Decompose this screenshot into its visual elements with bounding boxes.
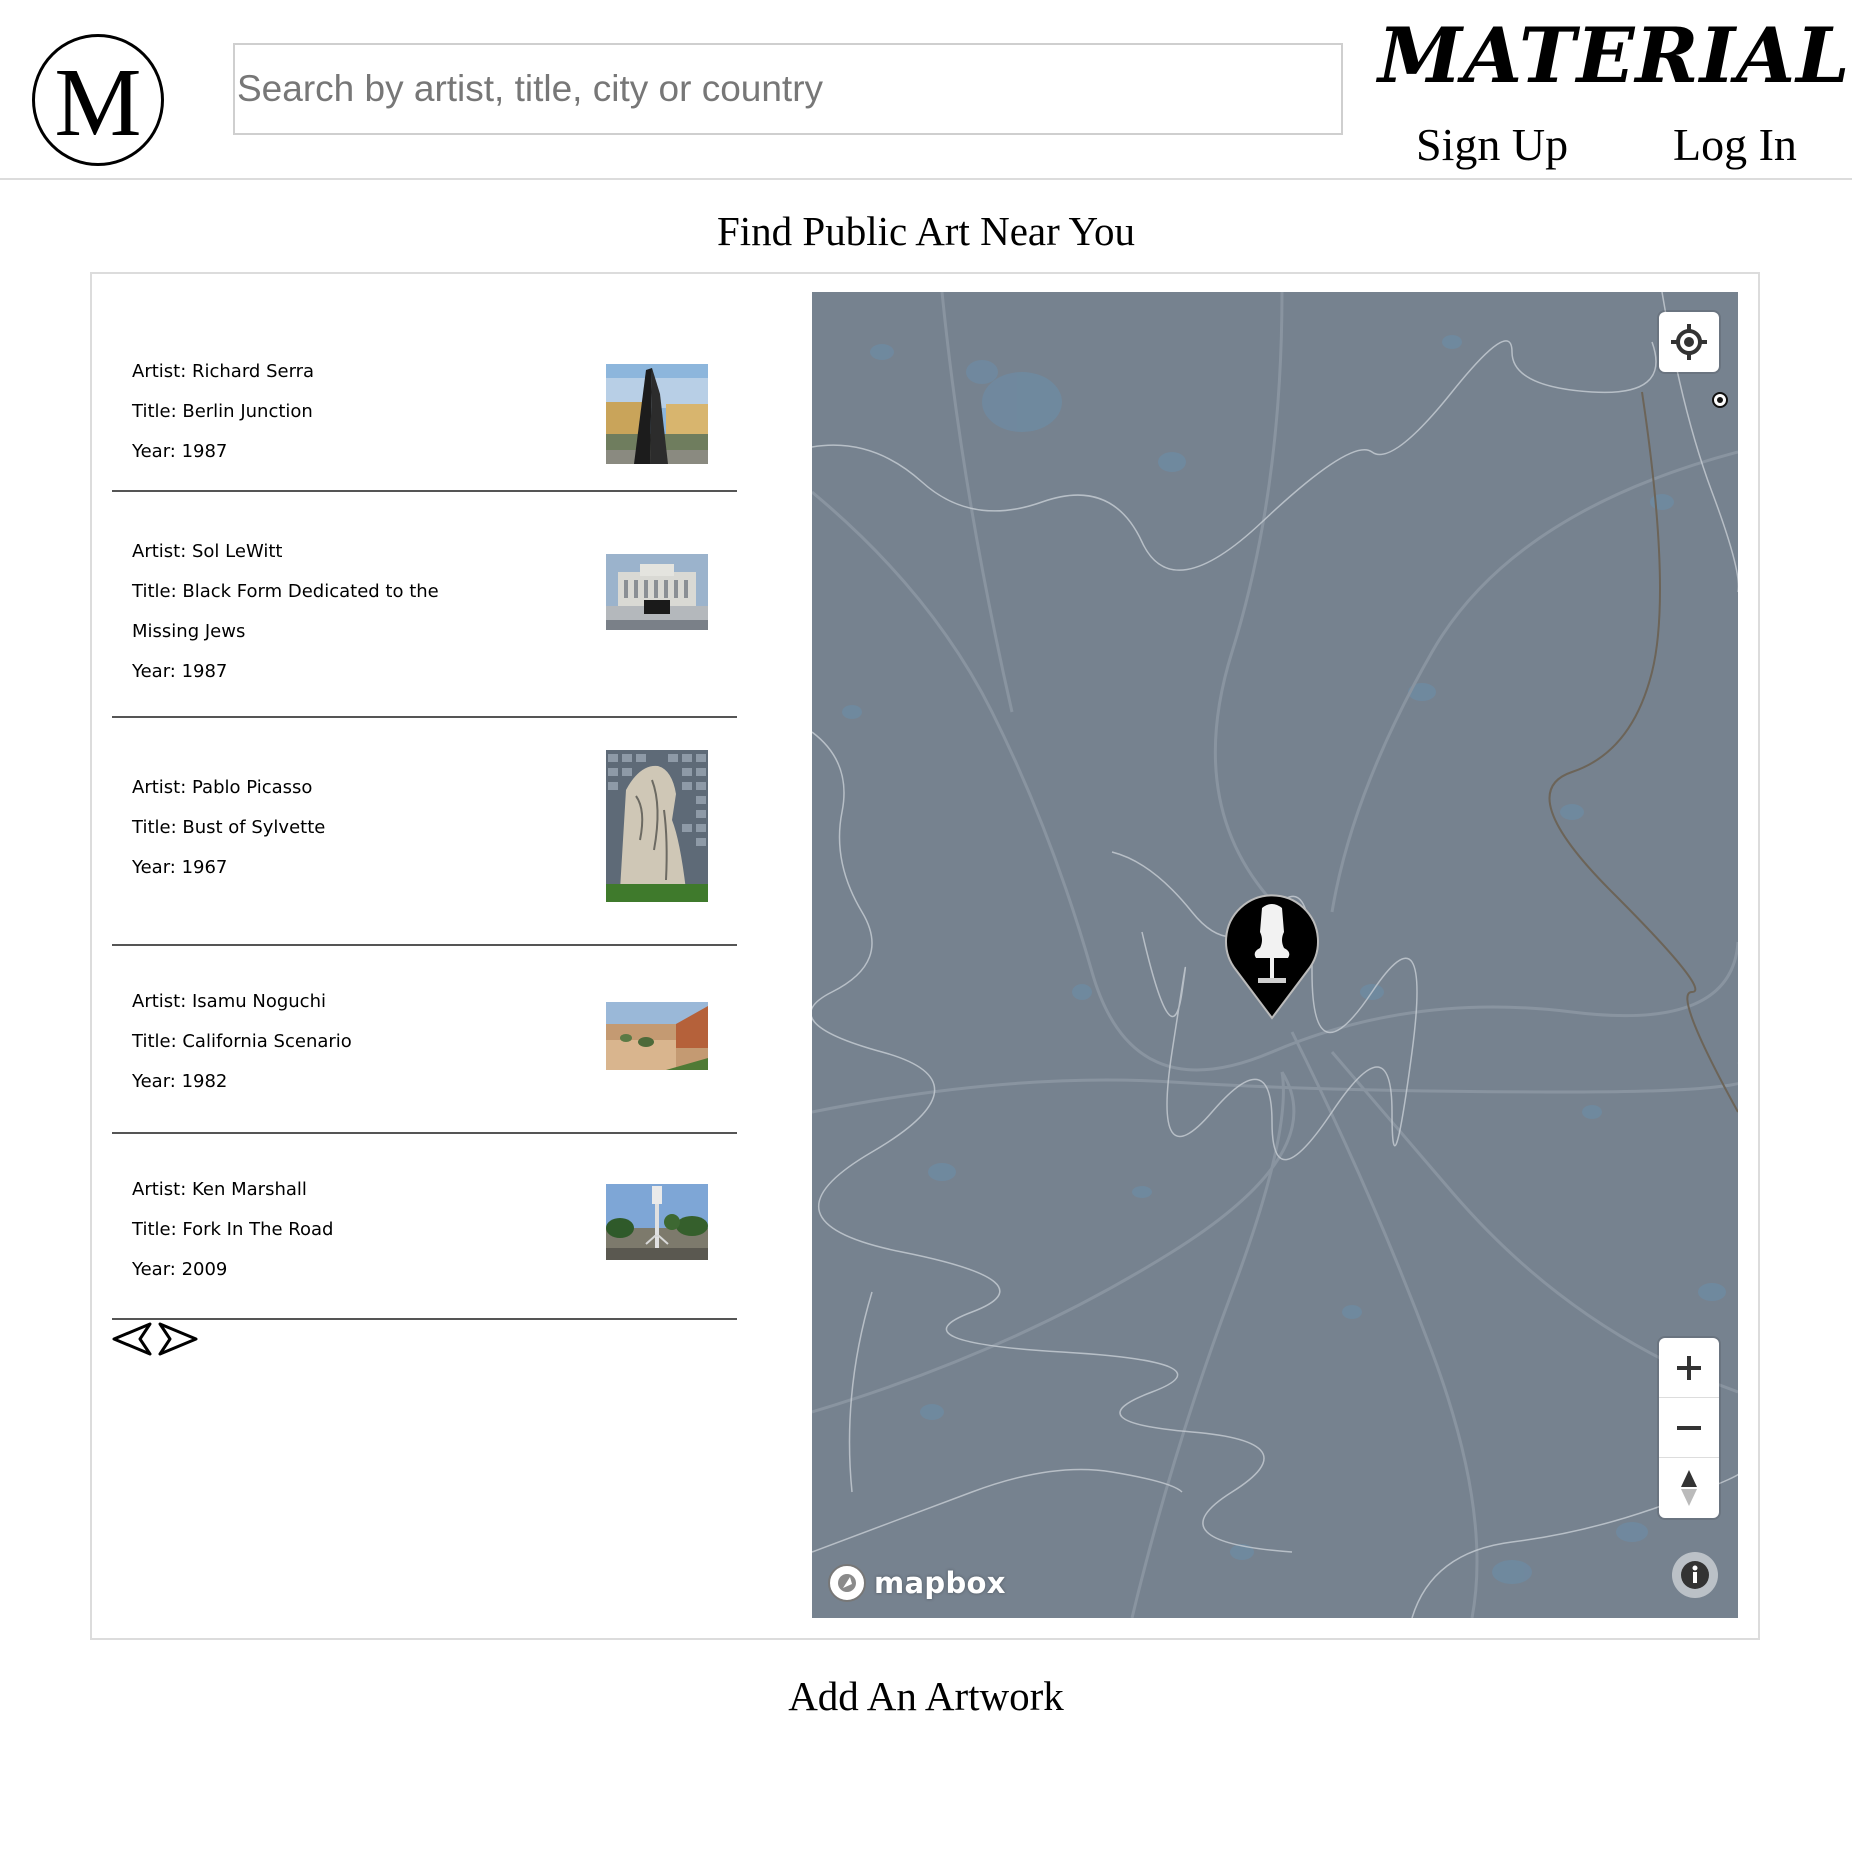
zoom-out-button[interactable]: [1659, 1398, 1719, 1458]
artwork-list-item[interactable]: Artist: Ken Marshall Title: Fork In The …: [112, 1134, 737, 1320]
mapbox-wordmark: mapbox: [874, 1566, 1006, 1600]
locate-button[interactable]: [1659, 312, 1719, 372]
artwork-year: Year: 1987: [132, 661, 228, 682]
brand-title: MATERIAL: [1378, 11, 1851, 100]
artwork-thumbnail[interactable]: [606, 1002, 708, 1070]
site-header: M MATERIAL Sign Up Log In: [0, 0, 1852, 180]
artwork-title: Title: Berlin Junction: [132, 401, 313, 422]
artwork-year: Year: 1987: [132, 441, 228, 462]
pagination: [112, 1322, 198, 1359]
artwork-list-item[interactable]: Artist: Richard Serra Title: Berlin Junc…: [112, 294, 737, 492]
artwork-title: Title: Fork In The Road: [132, 1219, 334, 1240]
mapbox-attribution[interactable]: mapbox: [826, 1562, 1006, 1604]
artwork-year: Year: 2009: [132, 1259, 228, 1280]
artwork-artist: Artist: Pablo Picasso: [132, 777, 313, 798]
locate-icon: [1671, 324, 1707, 360]
artwork-list-item[interactable]: Artist: Pablo Picasso Title: Bust of Syl…: [112, 718, 737, 946]
site-logo[interactable]: M: [32, 34, 164, 166]
artwork-thumbnail[interactable]: [606, 364, 708, 464]
artwork-map-marker[interactable]: [1222, 892, 1322, 1027]
previous-page-button[interactable]: [112, 1322, 152, 1359]
artwork-list-item[interactable]: Artist: Isamu Noguchi Title: California …: [112, 946, 737, 1134]
artwork-artist: Artist: Ken Marshall: [132, 1179, 307, 1200]
triangle-left-icon: [112, 1322, 152, 1356]
mapbox-logo-icon: [828, 1564, 866, 1602]
info-icon: [1681, 1561, 1709, 1589]
page-title: Find Public Art Near You: [716, 208, 1135, 254]
artwork-thumbnail[interactable]: [606, 750, 708, 902]
artwork-thumbnail[interactable]: [606, 554, 708, 630]
zoom-in-button[interactable]: [1659, 1338, 1719, 1398]
compass-button[interactable]: [1659, 1458, 1719, 1518]
sculpture-bust-icon: [1225, 894, 1319, 1020]
art-panel: Artist: Richard Serra Title: Berlin Junc…: [90, 272, 1760, 1640]
search-input[interactable]: [233, 43, 1343, 135]
artwork-artist: Artist: Sol LeWitt: [132, 541, 283, 562]
user-location-dot: [1712, 392, 1728, 408]
artwork-title: Title: Bust of Sylvette: [132, 817, 326, 838]
artwork-year: Year: 1982: [132, 1071, 228, 1092]
artwork-title: Title: Black Form Dedicated to the Missi…: [132, 581, 439, 642]
map[interactable]: mapbox: [812, 292, 1738, 1618]
compass-icon: [1681, 1470, 1697, 1506]
artwork-thumbnail[interactable]: [606, 1184, 708, 1260]
login-link[interactable]: Log In: [1673, 118, 1797, 171]
zoom-controls: [1659, 1338, 1719, 1518]
artwork-list-item[interactable]: Artist: Sol LeWitt Title: Black Form Ded…: [112, 492, 737, 718]
artwork-artist: Artist: Isamu Noguchi: [132, 991, 326, 1012]
triangle-right-icon: [158, 1322, 198, 1356]
add-artwork-link[interactable]: Add An Artwork: [0, 1672, 1852, 1720]
zoom-out-icon: [1677, 1425, 1701, 1430]
artwork-artist: Artist: Richard Serra: [132, 361, 315, 382]
zoom-in-icon: [1677, 1355, 1701, 1380]
next-page-button[interactable]: [158, 1322, 198, 1359]
signup-link[interactable]: Sign Up: [1416, 118, 1568, 171]
artwork-year: Year: 1967: [132, 857, 228, 878]
map-info-button[interactable]: [1672, 1552, 1718, 1598]
artwork-title: Title: California Scenario: [132, 1031, 352, 1052]
